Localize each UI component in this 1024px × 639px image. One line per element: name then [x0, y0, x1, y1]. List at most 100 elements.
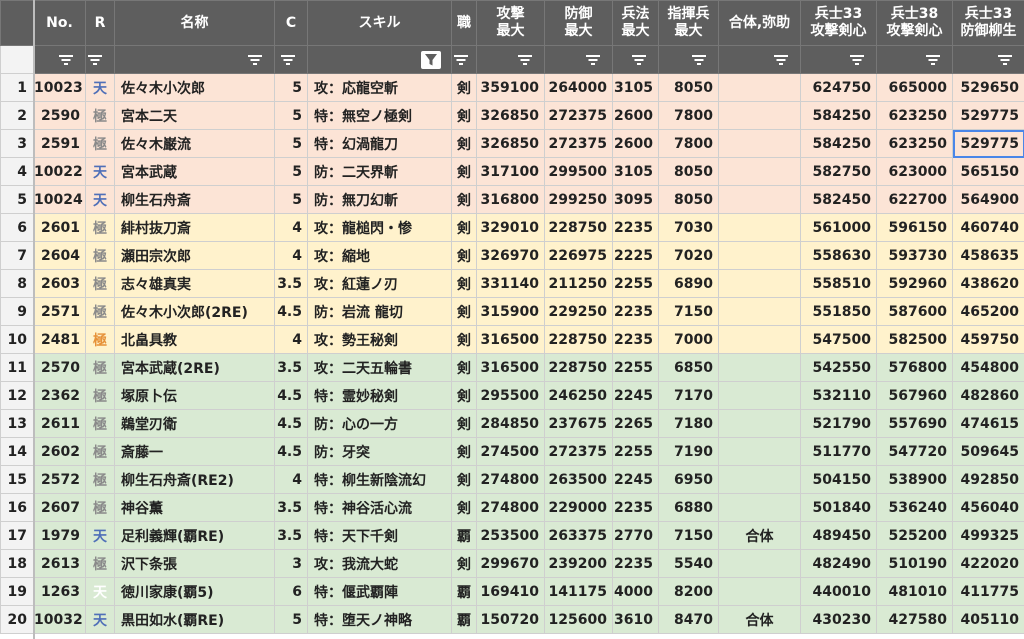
cell-s38a[interactable]: 538900	[876, 465, 953, 494]
cell-s33d[interactable]: 465200	[952, 297, 1024, 326]
selected-cell[interactable]: 529775	[952, 129, 1024, 158]
cell-skill[interactable]: 特：幻渦龍刀	[307, 129, 452, 158]
cell-skill[interactable]: 攻：紅蓮ノ刃	[307, 269, 452, 298]
cell-s33a[interactable]: 561000	[800, 213, 877, 242]
cell-aid[interactable]: 合体	[718, 521, 801, 550]
cell-cmd[interactable]: 8200	[658, 577, 719, 606]
cell-job[interactable]: 剣	[451, 129, 477, 158]
cell-s33a[interactable]: 501840	[800, 493, 877, 522]
column-header-tac[interactable]: 兵法 最大	[612, 0, 659, 46]
cell-name[interactable]: 塚原卜伝	[114, 381, 275, 410]
cell-name[interactable]: 斎藤一	[114, 437, 275, 466]
cell-skill[interactable]: 攻：我流大蛇	[307, 549, 452, 578]
cell-s38a[interactable]: 557690	[876, 409, 953, 438]
cell-name[interactable]: 沢下条張	[114, 549, 275, 578]
cell-c[interactable]: 5	[274, 101, 308, 130]
cell-job[interactable]: 剣	[451, 185, 477, 214]
cell-aid[interactable]	[718, 577, 801, 606]
cell-r[interactable]: 極	[85, 381, 115, 410]
cell-r[interactable]: 天	[85, 157, 115, 186]
row-number[interactable]: 12	[0, 381, 34, 410]
cell-name[interactable]: 黒田如水(覇RE)	[114, 605, 275, 634]
cell-skill[interactable]: 防：心の一方	[307, 409, 452, 438]
cell-r[interactable]: 極	[85, 465, 115, 494]
cell-aid[interactable]	[718, 493, 801, 522]
cell-s33a[interactable]: 582750	[800, 157, 877, 186]
cell-tac[interactable]: 2235	[612, 493, 659, 522]
cell-aid[interactable]	[718, 409, 801, 438]
cell-tac[interactable]: 2600	[612, 129, 659, 158]
cell-job[interactable]: 剣	[451, 353, 477, 382]
cell-cmd[interactable]: 7170	[658, 381, 719, 410]
cell-skill[interactable]: 特：霊妙秘剣	[307, 381, 452, 410]
cell-job[interactable]: 覇	[451, 521, 477, 550]
cell-no[interactable]: 2602	[33, 437, 86, 466]
cell-def[interactable]: 239200	[544, 549, 613, 578]
cell-cmd[interactable]: 6890	[658, 269, 719, 298]
cell-def[interactable]: 229000	[544, 493, 613, 522]
cell-tac[interactable]: 2245	[612, 381, 659, 410]
cell-job[interactable]: 剣	[451, 493, 477, 522]
filter-icon[interactable]	[924, 54, 942, 66]
cell-cmd[interactable]: 8050	[658, 185, 719, 214]
cell-s33a[interactable]: 542550	[800, 353, 877, 382]
cell-job[interactable]: 剣	[451, 465, 477, 494]
cell-aid[interactable]	[718, 213, 801, 242]
cell-c[interactable]: 3.5	[274, 493, 308, 522]
cell-s38a[interactable]: 587600	[876, 297, 953, 326]
column-header-aid[interactable]: 合体,弥助	[718, 0, 801, 46]
cell-no[interactable]: 2607	[33, 493, 86, 522]
cell-s33a[interactable]: 582450	[800, 185, 877, 214]
cell-name[interactable]: 佐々木小次郎(2RE)	[114, 297, 275, 326]
cell-tac[interactable]: 3095	[612, 185, 659, 214]
cell-r[interactable]: 極	[85, 241, 115, 270]
filter-icon[interactable]	[57, 54, 75, 66]
cell-name[interactable]: 佐々木巌流	[114, 129, 275, 158]
cell-c[interactable]: 4.5	[274, 381, 308, 410]
filter-icon[interactable]	[279, 54, 297, 66]
cell-c[interactable]: 4.5	[274, 437, 308, 466]
cell-name[interactable]: 宮本二天	[114, 101, 275, 130]
cell-job[interactable]: 剣	[451, 549, 477, 578]
cell-atk[interactable]: 329010	[476, 213, 545, 242]
cell-tac[interactable]: 2255	[612, 437, 659, 466]
cell-aid[interactable]	[718, 437, 801, 466]
cell-def[interactable]: 228750	[544, 353, 613, 382]
cell-s33a[interactable]: 551850	[800, 297, 877, 326]
row-number[interactable]: 2	[0, 101, 34, 130]
cell-s33d[interactable]: 411775	[952, 577, 1024, 606]
cell-skill[interactable]: 特：無空ノ極剣	[307, 101, 452, 130]
cell-job[interactable]: 剣	[451, 241, 477, 270]
cell-cmd[interactable]: 7150	[658, 297, 719, 326]
cell-no[interactable]: 1263	[33, 577, 86, 606]
cell-r[interactable]: 極	[85, 213, 115, 242]
filter-icon[interactable]	[584, 54, 602, 66]
cell-skill[interactable]: 攻：龍槌閃・惨	[307, 213, 452, 242]
cell-c[interactable]: 4	[274, 213, 308, 242]
cell-no[interactable]: 10032	[33, 605, 86, 634]
cell-s33a[interactable]: 558630	[800, 241, 877, 270]
cell-tac[interactable]: 2225	[612, 241, 659, 270]
cell-r[interactable]: 天	[85, 521, 115, 550]
row-number[interactable]: 11	[0, 353, 34, 382]
cell-r[interactable]: 極	[85, 297, 115, 326]
row-number-header[interactable]	[0, 0, 34, 46]
cell-r[interactable]: 天	[85, 577, 115, 606]
cell-r[interactable]: 極	[85, 325, 115, 354]
cell-skill[interactable]: 防：無刀幻斬	[307, 185, 452, 214]
cell-tac[interactable]: 2255	[612, 269, 659, 298]
cell-aid[interactable]	[718, 101, 801, 130]
cell-tac[interactable]: 3105	[612, 157, 659, 186]
cell-name[interactable]: 瀬田宗次郎	[114, 241, 275, 270]
cell-atk[interactable]: 331140	[476, 269, 545, 298]
cell-aid[interactable]: 合体	[718, 605, 801, 634]
filter-icon[interactable]	[453, 54, 471, 66]
cell-s33d[interactable]: 529775	[952, 101, 1024, 130]
cell-s33a[interactable]: 558510	[800, 269, 877, 298]
cell-job[interactable]: 剣	[451, 325, 477, 354]
cell-cmd[interactable]: 7000	[658, 325, 719, 354]
cell-def[interactable]: 141175	[544, 577, 613, 606]
cell-skill[interactable]: 特：神谷活心流	[307, 493, 452, 522]
cell-def[interactable]: 299500	[544, 157, 613, 186]
cell-def[interactable]: 211250	[544, 269, 613, 298]
